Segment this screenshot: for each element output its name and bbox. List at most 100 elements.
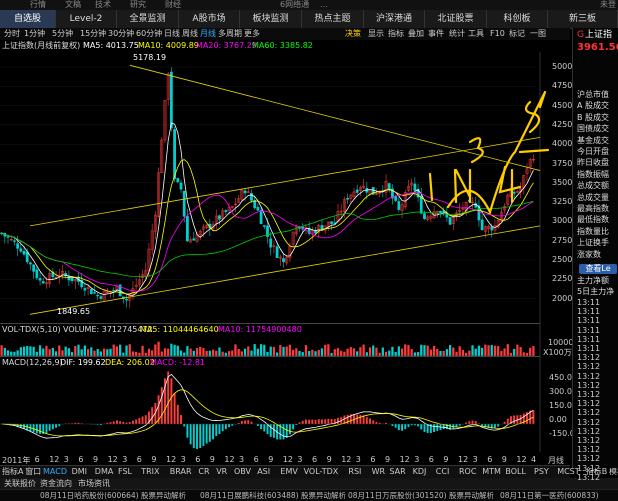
volume-bar (170, 343, 173, 356)
indicator-tab[interactable]: CR (198, 466, 209, 478)
nav-tab[interactable]: 新三板 (548, 10, 618, 28)
indicator-tab[interactable]: MTM (482, 466, 501, 478)
bottom-tab[interactable]: 市场资讯 (78, 478, 110, 489)
ticker-item[interactable]: 08月11日第一医药(600833) (500, 490, 599, 501)
top-menu-item[interactable]: 研究 (130, 0, 146, 10)
toolbar-tool[interactable]: 统计 (449, 28, 465, 40)
ticker-item[interactable]: 08月11日万辰股份(301520) 股票异动解析 (348, 490, 494, 501)
indicator-tab[interactable]: ASI (257, 466, 270, 478)
indicator-tab[interactable]: SAR (389, 466, 405, 478)
ma-info-bar: 上证指数(月线前复权) MA5: 4013.75 MA10: 4009.89 M… (0, 40, 570, 52)
indicator-tab[interactable]: CCI (436, 466, 450, 478)
volume-bar (529, 347, 532, 356)
ticker-item[interactable]: 08月11日哈药股份(600664) 股票异动解析 (40, 490, 186, 501)
nav-tab[interactable]: Level-2 (56, 10, 117, 28)
quote-code: G (577, 30, 584, 40)
top-menu-item[interactable]: 技术 (95, 0, 111, 10)
indicator-tab[interactable]: FSL (118, 466, 132, 478)
indicator-tab[interactable]: DMI (72, 466, 87, 478)
top-menu-item[interactable]: 6网络通 (280, 0, 309, 10)
nav-tab[interactable]: 自选股 (0, 10, 56, 28)
top-menu-item[interactable]: 行情 (30, 0, 46, 10)
indicator-tab[interactable]: 窗口 (25, 466, 41, 478)
period-button[interactable]: 60分钟 (136, 28, 162, 40)
price-axis-label: 2500 (552, 255, 573, 264)
indicator-tab[interactable]: DMA (95, 466, 114, 478)
top-menu-item[interactable]: 文稿 (65, 0, 81, 10)
volume-bar (352, 348, 356, 356)
view-level2-button[interactable]: 查看Le (579, 264, 617, 274)
volume-bar (327, 344, 330, 356)
indicator-tab[interactable]: TRIX (141, 466, 159, 478)
indicator-tab[interactable]: MACD (43, 466, 67, 478)
top-menu-item[interactable]: 未登 (600, 0, 616, 10)
period-button[interactable]: 5分钟 (52, 28, 73, 40)
volume-bar (48, 349, 51, 356)
nav-tab[interactable]: 热点主题 (302, 10, 364, 28)
toolbar-tool[interactable]: 叠加 (408, 28, 424, 40)
price-axis-label: 5000 (552, 62, 573, 71)
top-menu-item[interactable]: 财经 (165, 0, 181, 10)
toolbar-tool[interactable]: 一图 (530, 28, 546, 40)
macd-axis-label: -150.0 (549, 429, 575, 438)
chart-title: 上证指数(月线前复权) (2, 41, 81, 50)
kline-chart-area[interactable]: 12345 (0, 52, 572, 465)
period-button[interactable]: 30分钟 (108, 28, 134, 40)
quote-price: 3961.56 (577, 42, 618, 53)
bottom-tabs: 关联报价 资金流向 市场资讯 (0, 478, 618, 489)
toolbar-tool[interactable]: 工具 (468, 28, 484, 40)
indicator-tab[interactable]: WR (372, 466, 385, 478)
volume-bar (519, 347, 522, 356)
nav-tab[interactable]: 全景监测 (117, 10, 179, 28)
indicator-tab[interactable]: VR (216, 466, 227, 478)
volume-bar (359, 347, 362, 356)
indicator-tab[interactable]: EMV (280, 466, 297, 478)
indicator-tab[interactable]: VOL-TDX (304, 466, 339, 478)
volume-bar (471, 345, 474, 356)
quote-field-label: 最高指数 (577, 204, 609, 213)
period-button[interactable]: 15分钟 (80, 28, 106, 40)
time-axis-label: 12 (224, 455, 235, 464)
period-button[interactable]: 日线 (164, 28, 180, 40)
indicator-tab[interactable]: ROC (459, 466, 476, 478)
top-menu-item[interactable]: … (320, 0, 328, 10)
toolbar-tool[interactable]: 决策 (345, 28, 361, 40)
time-axis-label: 12 (166, 455, 177, 464)
volume-bar (349, 347, 352, 356)
indicator-tab[interactable]: KDJ (413, 466, 427, 478)
indicator-tab[interactable]: BRAR (170, 466, 192, 478)
toolbar-tool[interactable]: 显示 (368, 28, 384, 40)
indicator-tab[interactable]: RSI (348, 466, 361, 478)
toolbar-tool[interactable]: 事件 (428, 28, 444, 40)
toolbar-tool[interactable]: 指标 (388, 28, 404, 40)
trend-line[interactable] (129, 64, 541, 171)
indicator-tab[interactable]: PSY (534, 466, 549, 478)
volume-bar (128, 344, 131, 356)
nav-tab[interactable]: 北证股票 (425, 10, 487, 28)
period-button[interactable]: 1分钟 (24, 28, 45, 40)
indicator-tab[interactable]: OBV (234, 466, 251, 478)
volume-bar (279, 345, 282, 356)
nav-tab[interactable]: A股市场 (179, 10, 240, 28)
period-button[interactable]: 周线 (182, 28, 198, 40)
period-button[interactable]: 更多 (244, 28, 260, 40)
toolbar-tool[interactable]: 标记 (509, 28, 525, 40)
period-button[interactable]: 月线 (200, 28, 216, 40)
nav-tab[interactable]: 沪深港通 (364, 10, 425, 28)
volume-bar (157, 341, 160, 356)
period-button[interactable]: 多周期 (218, 28, 242, 40)
time-axis-label: 9 (209, 455, 215, 464)
nav-tab[interactable]: 板块监测 (240, 10, 302, 28)
nav-tab[interactable]: 科创板 (487, 10, 548, 28)
indicator-tab[interactable]: BOLL (505, 466, 526, 478)
ticker-item[interactable]: 08月11日展鹏科技(603488) 股票异动解析 (200, 490, 346, 501)
volume-bar (199, 346, 202, 356)
bottom-tab[interactable]: 资金流向 (40, 478, 72, 489)
bottom-tab[interactable]: 关联报价 (4, 478, 36, 489)
indicator-tab[interactable]: 指标A (2, 466, 23, 478)
toolbar-tool[interactable]: F10 (490, 28, 505, 40)
volume-bar (176, 345, 179, 356)
period-button[interactable]: 分时 (4, 28, 20, 40)
volume-bar (407, 345, 410, 356)
volume-bar (106, 349, 109, 356)
